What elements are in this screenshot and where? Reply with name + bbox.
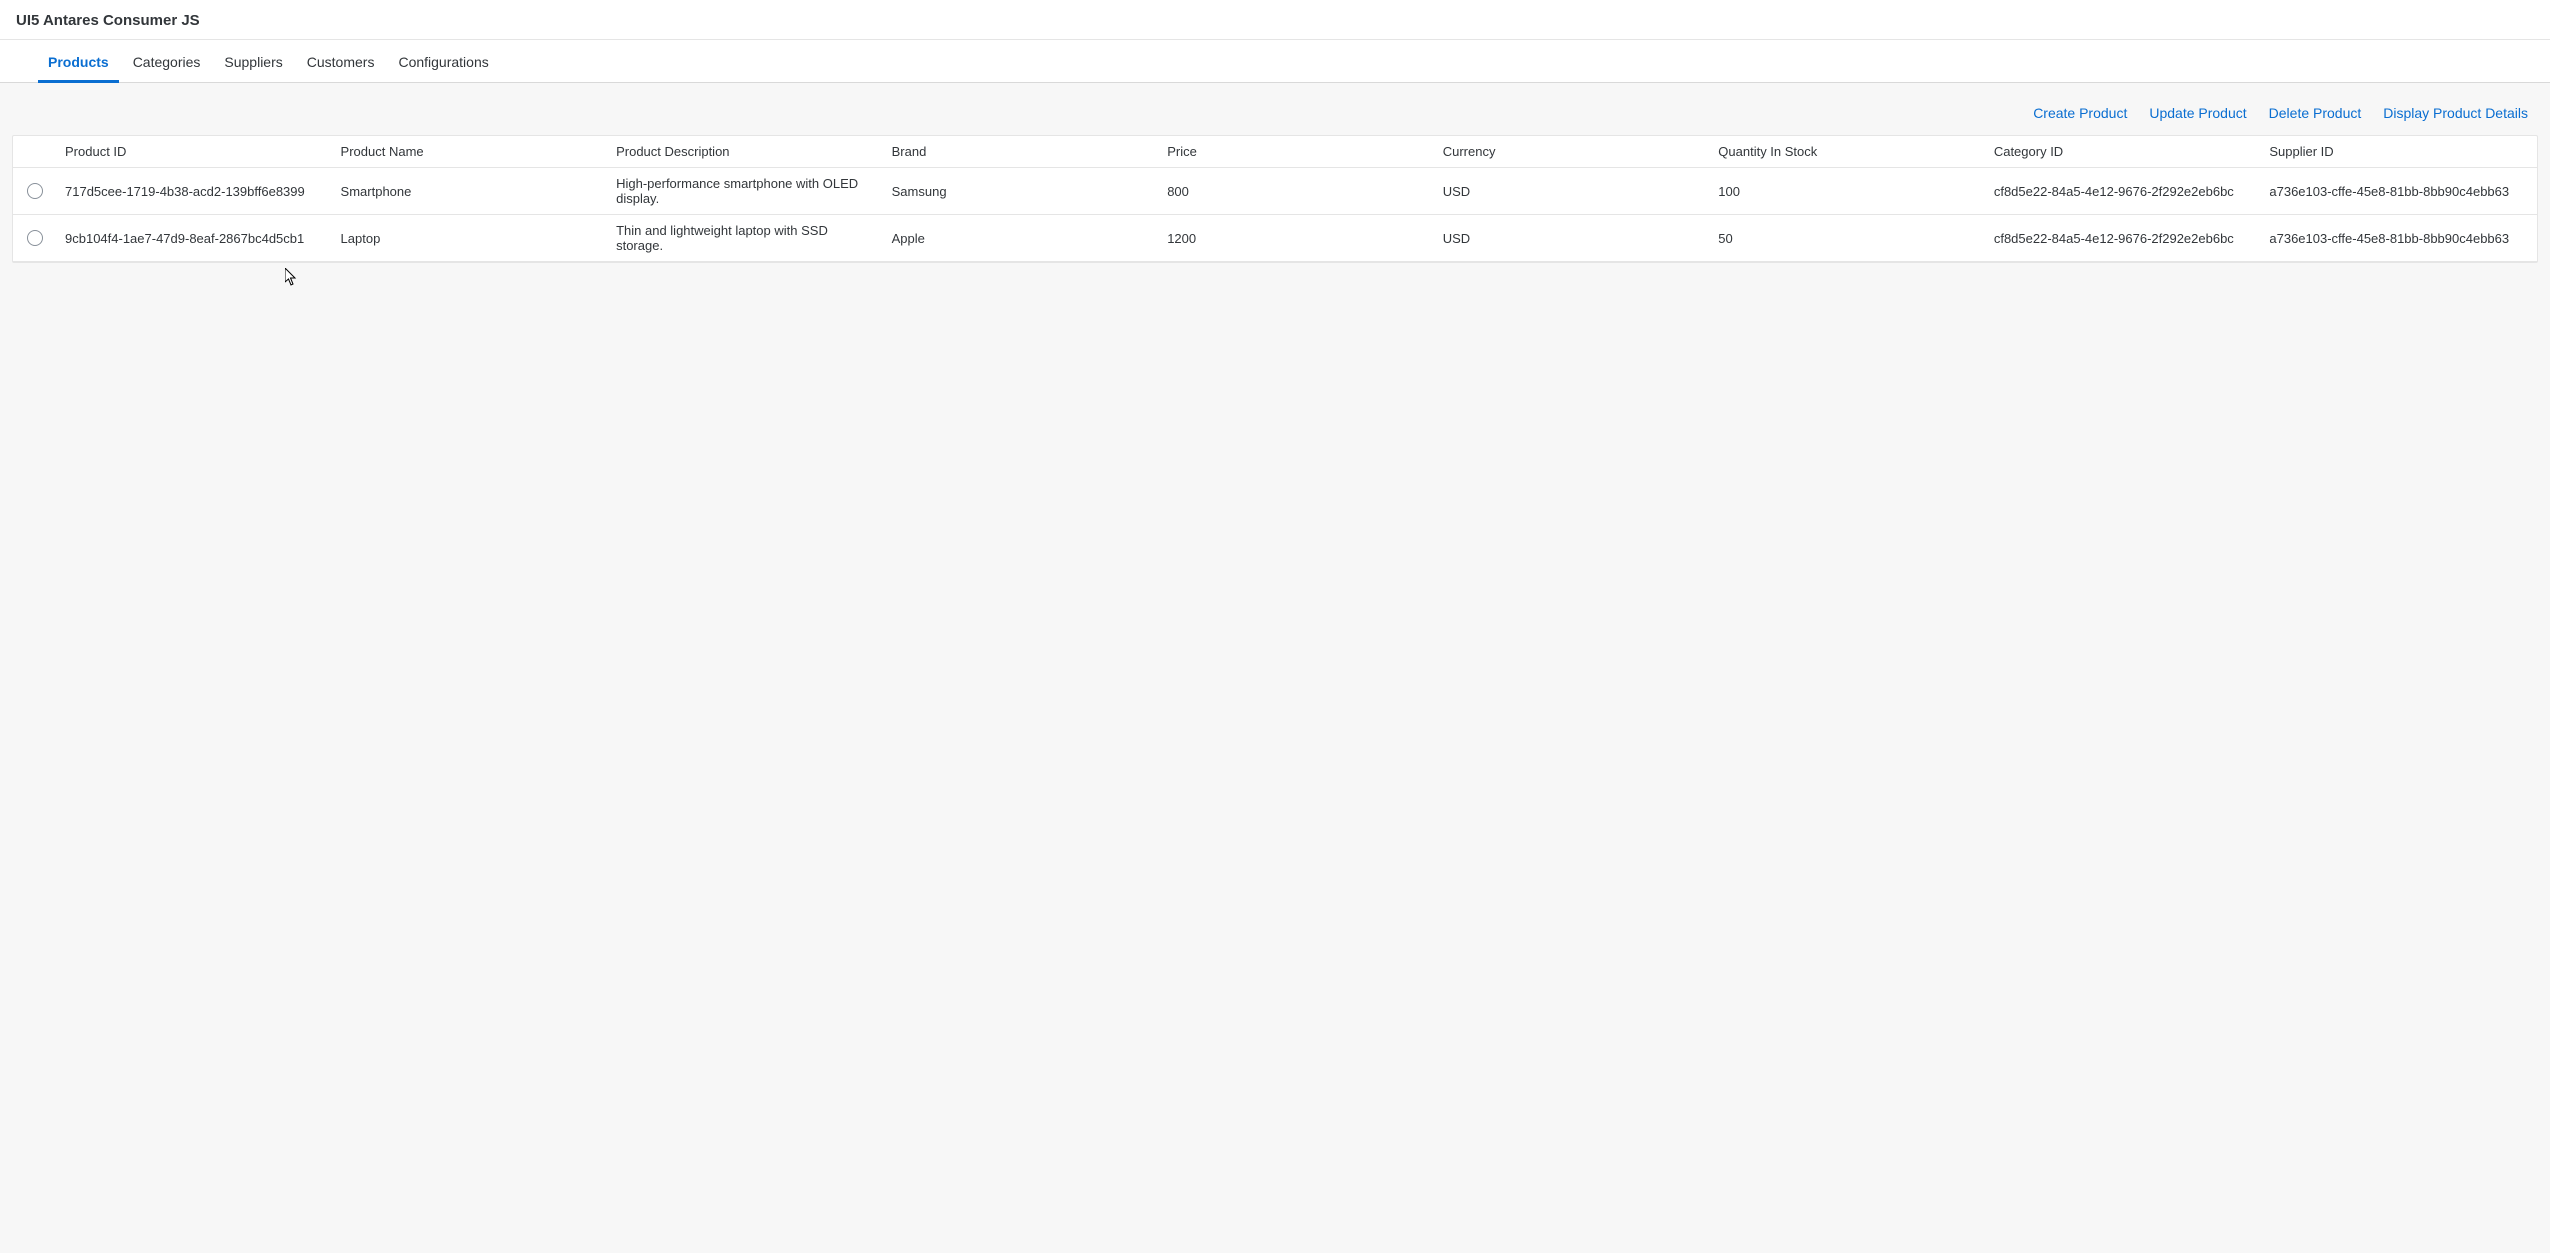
column-header-select xyxy=(13,136,57,168)
cell-price: 800 xyxy=(1159,168,1435,215)
row-select-cell[interactable] xyxy=(13,215,57,262)
column-header-quantity-in-stock[interactable]: Quantity In Stock xyxy=(1710,136,1986,168)
cell-price: 1200 xyxy=(1159,215,1435,262)
content-area: Create Product Update Product Delete Pro… xyxy=(0,83,2550,1253)
table-header-row: Product ID Product Name Product Descript… xyxy=(13,136,2537,168)
display-product-details-button[interactable]: Display Product Details xyxy=(2381,101,2530,125)
radio-icon[interactable] xyxy=(27,183,43,199)
cell-quantity-in-stock: 100 xyxy=(1710,168,1986,215)
column-header-supplier-id[interactable]: Supplier ID xyxy=(2261,136,2537,168)
column-header-brand[interactable]: Brand xyxy=(884,136,1160,168)
column-header-price[interactable]: Price xyxy=(1159,136,1435,168)
cell-supplier-id: a736e103-cffe-45e8-81bb-8bb90c4ebb63 xyxy=(2261,215,2537,262)
table-row[interactable]: 9cb104f4-1ae7-47d9-8eaf-2867bc4d5cb1 Lap… xyxy=(13,215,2537,262)
column-header-category-id[interactable]: Category ID xyxy=(1986,136,2262,168)
tab-customers[interactable]: Customers xyxy=(295,40,387,82)
column-header-product-description[interactable]: Product Description xyxy=(608,136,884,168)
cell-quantity-in-stock: 50 xyxy=(1710,215,1986,262)
radio-icon[interactable] xyxy=(27,230,43,246)
cell-product-description: Thin and lightweight laptop with SSD sto… xyxy=(608,215,884,262)
column-header-product-name[interactable]: Product Name xyxy=(333,136,609,168)
page-header: UI5 Antares Consumer JS xyxy=(0,0,2550,40)
tab-categories[interactable]: Categories xyxy=(121,40,213,82)
create-product-button[interactable]: Create Product xyxy=(2031,101,2129,125)
toolbar: Create Product Update Product Delete Pro… xyxy=(12,95,2538,135)
cell-product-id: 717d5cee-1719-4b38-acd2-139bff6e8399 xyxy=(57,168,333,215)
update-product-button[interactable]: Update Product xyxy=(2147,101,2248,125)
tab-configurations[interactable]: Configurations xyxy=(386,40,500,82)
cell-category-id: cf8d5e22-84a5-4e12-9676-2f292e2eb6bc xyxy=(1986,168,2262,215)
cell-product-description: High-performance smartphone with OLED di… xyxy=(608,168,884,215)
cell-product-name: Laptop xyxy=(333,215,609,262)
cell-category-id: cf8d5e22-84a5-4e12-9676-2f292e2eb6bc xyxy=(1986,215,2262,262)
delete-product-button[interactable]: Delete Product xyxy=(2267,101,2364,125)
row-select-cell[interactable] xyxy=(13,168,57,215)
cell-product-name: Smartphone xyxy=(333,168,609,215)
column-header-product-id[interactable]: Product ID xyxy=(57,136,333,168)
cell-supplier-id: a736e103-cffe-45e8-81bb-8bb90c4ebb63 xyxy=(2261,168,2537,215)
cell-currency: USD xyxy=(1435,168,1711,215)
tabs-bar: Products Categories Suppliers Customers … xyxy=(0,40,2550,83)
column-header-currency[interactable]: Currency xyxy=(1435,136,1711,168)
cell-brand: Apple xyxy=(884,215,1160,262)
table-row[interactable]: 717d5cee-1719-4b38-acd2-139bff6e8399 Sma… xyxy=(13,168,2537,215)
tab-products[interactable]: Products xyxy=(36,40,121,82)
products-table: Product ID Product Name Product Descript… xyxy=(12,135,2538,263)
page-title: UI5 Antares Consumer JS xyxy=(16,12,2534,29)
cell-brand: Samsung xyxy=(884,168,1160,215)
tab-suppliers[interactable]: Suppliers xyxy=(212,40,294,82)
cell-currency: USD xyxy=(1435,215,1711,262)
cell-product-id: 9cb104f4-1ae7-47d9-8eaf-2867bc4d5cb1 xyxy=(57,215,333,262)
